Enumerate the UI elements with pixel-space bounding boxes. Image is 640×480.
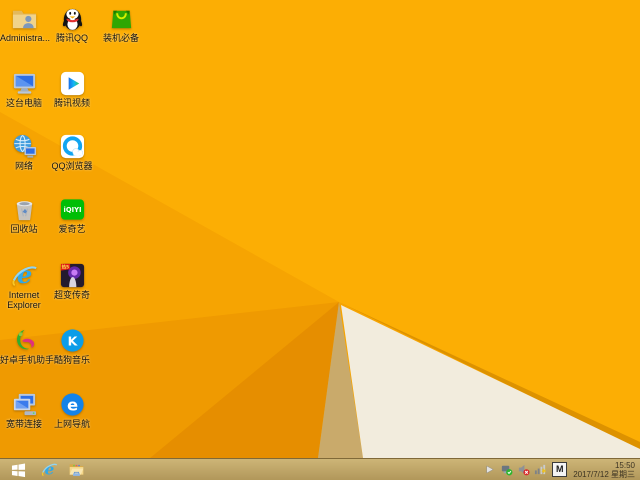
clock-time: 15:50 (573, 461, 635, 470)
icon-label: Internet Explorer (0, 290, 48, 310)
svg-text:e: e (45, 461, 55, 478)
icon-label: 好卓手机助手 (0, 355, 48, 365)
svg-text:*: * (542, 468, 547, 476)
computer-icon (11, 70, 38, 97)
kugou-icon: K (59, 327, 86, 354)
taskbar-file-explorer[interactable] (63, 459, 90, 480)
icon-label: 腾讯QQ (48, 33, 96, 43)
svg-text:K: K (67, 333, 78, 348)
taskbar: e * M 15:50 2017/7/12 星期三 (0, 458, 640, 480)
icon-label: 网络 (0, 161, 48, 171)
show-hidden-icons[interactable] (482, 459, 497, 480)
two-computers-icon (11, 391, 38, 418)
qq-browser[interactable]: QQ浏览器 (48, 133, 96, 171)
icon-label: 这台电脑 (0, 98, 48, 108)
chuanbian-chuanqi-game[interactable]: 热5 超变传奇 (48, 262, 96, 300)
safely-remove-hardware[interactable] (499, 459, 514, 480)
recycle-bin[interactable]: 回收站 (0, 196, 48, 234)
tray-volume-x-icon (517, 463, 530, 476)
internet-explorer[interactable]: eInternet Explorer (0, 262, 48, 310)
ie-icon: e (11, 262, 38, 289)
tray-arrow-icon (483, 463, 496, 476)
system-tray: * (482, 459, 548, 480)
icon-label: QQ浏览器 (48, 161, 96, 171)
swirl-icon (11, 327, 38, 354)
clock-date: 2017/7/12 星期三 (573, 470, 635, 479)
ime-indicator[interactable]: M (552, 462, 567, 477)
taskbar-internet-explorer[interactable]: e (36, 459, 63, 480)
nav-e-icon: e (59, 391, 86, 418)
tray-usb-check-icon (500, 463, 513, 476)
tray-signal-warn-icon: * (534, 463, 547, 476)
game-icon: 热5 (59, 262, 86, 289)
volume-muted[interactable] (516, 459, 531, 480)
desktop-icon-area: Administra...腾讯QQ装机必备这台电脑腾讯视频网络QQ浏览器回收站i… (0, 0, 640, 458)
tencent-qq[interactable]: 腾讯QQ (48, 5, 96, 43)
haozhuo-phone-assistant[interactable]: 好卓手机助手 (0, 327, 48, 365)
qq-browser-icon (59, 133, 86, 160)
icon-label: 宽带连接 (0, 419, 48, 429)
zhuangji-bibei[interactable]: 装机必备 (97, 5, 145, 43)
this-pc[interactable]: 这台电脑 (0, 70, 48, 108)
svg-text:iQIYI: iQIYI (63, 206, 81, 214)
svg-text:e: e (66, 395, 77, 414)
svg-text:e: e (16, 262, 31, 289)
qq-penguin-icon (59, 5, 86, 32)
play-triangle-icon (59, 70, 86, 97)
kugou-music[interactable]: K 酷狗音乐 (48, 327, 96, 365)
tencent-video[interactable]: 腾讯视频 (48, 70, 96, 108)
svg-text:热5: 热5 (61, 264, 69, 271)
windows-desktop: Administra...腾讯QQ装机必备这台电脑腾讯视频网络QQ浏览器回收站i… (0, 0, 640, 480)
globe-computer-icon (11, 133, 38, 160)
icon-label: 酷狗音乐 (48, 355, 96, 365)
user-folder-icon (11, 5, 38, 32)
windows-logo-icon (11, 463, 26, 477)
folder-explorer-icon (68, 461, 85, 478)
iqiyi-icon: iQIYI (59, 196, 86, 223)
network[interactable]: 网络 (0, 133, 48, 171)
icon-label: 回收站 (0, 224, 48, 234)
start-button[interactable] (0, 459, 36, 480)
network-limited[interactable]: * (533, 459, 548, 480)
icon-label: 上网导航 (48, 419, 96, 429)
web-navigation[interactable]: e 上网导航 (48, 391, 96, 429)
ie-small-icon: e (41, 461, 58, 478)
administrator-folder[interactable]: Administra... (0, 5, 48, 43)
icon-label: 爱奇艺 (48, 224, 96, 234)
broadband-connection[interactable]: 宽带连接 (0, 391, 48, 429)
taskbar-clock[interactable]: 15:50 2017/7/12 星期三 (573, 461, 635, 479)
recycle-bin-icon (11, 196, 38, 223)
shopping-bag-icon (108, 5, 135, 32)
icon-label: 腾讯视频 (48, 98, 96, 108)
icon-label: Administra... (0, 33, 48, 43)
icon-label: 装机必备 (97, 33, 145, 43)
iqiyi[interactable]: iQIYI 爱奇艺 (48, 196, 96, 234)
icon-label: 超变传奇 (48, 290, 96, 300)
